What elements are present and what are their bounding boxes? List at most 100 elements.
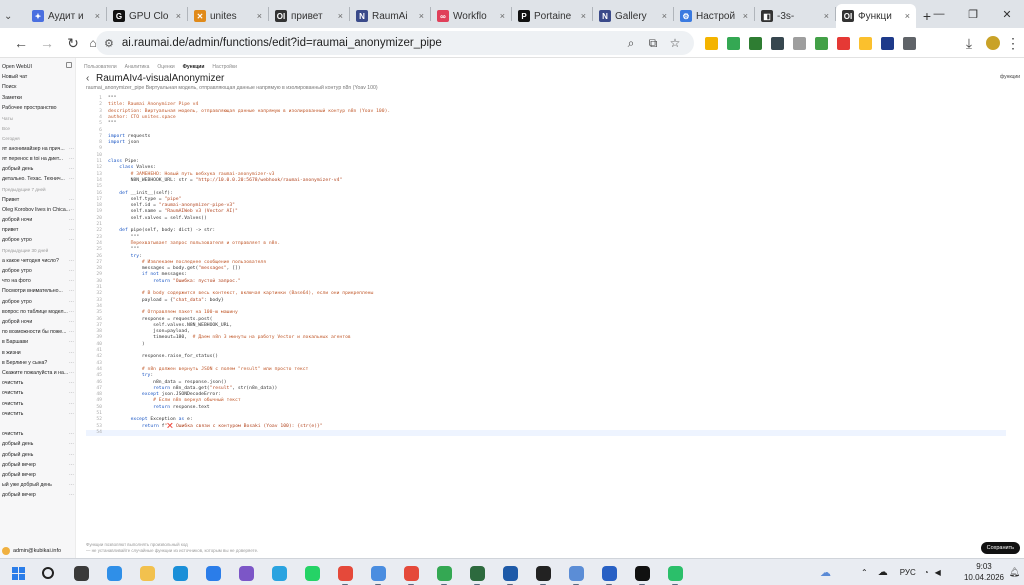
tab-close-icon[interactable]: × [824, 11, 829, 21]
language-indicator[interactable]: РУС [900, 568, 916, 577]
maximize-button[interactable]: ❐ [956, 0, 990, 28]
browser-tab[interactable]: G GPU Clo × [107, 4, 187, 28]
more-options-icon[interactable]: ⋯ [69, 401, 74, 407]
tab-close-icon[interactable]: × [743, 11, 748, 21]
sidebar-item[interactable]: доброе утро ⋯ [0, 235, 75, 245]
code-line[interactable]: 54 [86, 429, 1006, 437]
ext-camera-icon[interactable] [788, 31, 810, 55]
admin-tab[interactable]: Пользователи [84, 64, 117, 70]
sidebar-item[interactable]: доброй ночи ⋯ [0, 215, 75, 225]
tab-close-icon[interactable]: × [581, 11, 586, 21]
sidebar-item[interactable]: Скажите пожалуйста и на... ⋯ [0, 368, 75, 378]
sidebar-item[interactable]: Заметки [0, 93, 75, 103]
ext-green-icon[interactable] [810, 31, 832, 55]
back-arrow-icon[interactable]: ‹ [86, 73, 89, 84]
browser-tab[interactable]: N RaumAi × [350, 4, 430, 28]
back-button[interactable]: ← [8, 30, 34, 56]
more-options-icon[interactable]: ⋯ [69, 207, 74, 213]
save-button[interactable]: Сохранить [980, 542, 1020, 554]
notification-bell-icon[interactable]: 🔔︎ [1009, 567, 1020, 578]
sidebar-item[interactable]: доброе утро ⋯ [0, 266, 75, 276]
more-options-icon[interactable]: ⋯ [69, 431, 74, 437]
browser-tab[interactable]: P Portaine × [512, 4, 592, 28]
menu-icon[interactable]: ⋮ [1000, 30, 1024, 56]
search-icon[interactable] [38, 563, 58, 583]
sidebar-item[interactable]: привет ⋯ [0, 225, 75, 235]
wifi-icon[interactable]: ◔ [924, 568, 929, 577]
sidebar-toggle-icon[interactable] [66, 62, 72, 68]
more-options-icon[interactable]: ⋯ [69, 360, 74, 366]
zoom-icon[interactable]: ⌕ [620, 32, 642, 54]
ext-grid-icon[interactable] [744, 31, 766, 55]
sidebar-item[interactable]: очистить ⋯ [0, 409, 75, 419]
browser-tab[interactable]: ✕ unites × [188, 4, 268, 28]
more-options-icon[interactable]: ⋯ [69, 166, 74, 172]
more-options-icon[interactable]: ⋯ [69, 288, 74, 294]
more-options-icon[interactable]: ⋯ [69, 370, 74, 376]
sidebar-item[interactable]: Oleg Korobov lives in Chica... ⋯ [0, 205, 75, 215]
browser-tab[interactable]: N Gallery × [593, 4, 673, 28]
more-options-icon[interactable]: ⋯ [69, 217, 74, 223]
ext-bolt-icon[interactable] [854, 31, 876, 55]
weather-icon[interactable]: ☁ [820, 566, 831, 579]
more-options-icon[interactable]: ⋯ [69, 299, 74, 305]
sidebar-item[interactable]: очистить ⋯ [0, 388, 75, 398]
telegram-icon[interactable] [269, 563, 289, 583]
sidebar-item[interactable]: Поиск [0, 82, 75, 92]
onedrive-icon[interactable]: ☁ [878, 567, 888, 578]
sidebar-item[interactable]: добрый день ⋯ [0, 439, 75, 449]
sidebar-item[interactable]: вопрос по таблице модел... ⋯ [0, 307, 75, 317]
photo-icon[interactable] [599, 563, 619, 585]
install-app-icon[interactable]: ⧉ [642, 32, 664, 54]
user-menu[interactable]: admin@kubikai.info [0, 544, 75, 558]
browser-tab[interactable]: ✦ Аудит и × [26, 4, 106, 28]
more-options-icon[interactable]: ⋯ [69, 146, 74, 152]
file-explorer-icon[interactable] [137, 563, 157, 583]
whatsapp-icon[interactable] [302, 563, 322, 583]
ext-pen-icon[interactable] [876, 31, 898, 55]
function-title[interactable]: RaumAIv4-visualAnonymizer [96, 73, 224, 84]
admin-tab[interactable]: Оценки [157, 64, 174, 70]
sidebar-item[interactable]: ят анонимайзер на прич... ⋯ [0, 144, 75, 154]
more-options-icon[interactable]: ⋯ [69, 237, 74, 243]
close-window-button[interactable]: ✕ [990, 0, 1024, 28]
download-icon[interactable]: ⤓ [956, 30, 982, 56]
more-options-icon[interactable]: ⋯ [69, 329, 74, 335]
more-options-icon[interactable]: ⋯ [69, 176, 74, 182]
browser-tab[interactable]: ∞ Workflo × [431, 4, 511, 28]
sidebar-item[interactable]: добрый вечер ⋯ [0, 490, 75, 500]
code-editor[interactable]: 1 """ 2 title: Raumai Anonymizer Pipe v4 3 de… [86, 96, 1016, 506]
sidebar-item[interactable]: очистить ⋯ [0, 429, 75, 439]
more-options-icon[interactable]: ⋯ [69, 319, 74, 325]
sidebar-item[interactable]: ят перенос в toi на диет... ⋯ [0, 154, 75, 164]
url-text[interactable]: ai.raumai.de/admin/functions/edit?id=rau… [122, 37, 620, 49]
more-options-icon[interactable]: ⋯ [69, 380, 74, 386]
sidebar-item[interactable]: а какое четодня число? ⋯ [0, 256, 75, 266]
sidebar-item[interactable]: доброй ночи ⋯ [0, 317, 75, 327]
sidebar-item[interactable]: добрый день ⋯ [0, 164, 75, 174]
browser-tab[interactable]: ◧ -3s- × [755, 4, 835, 28]
function-description[interactable]: raumai_anonymizer_pipe Виртуальная модел… [86, 85, 378, 91]
more-options-icon[interactable]: ⋯ [69, 197, 74, 203]
more-options-icon[interactable]: ⋯ [69, 227, 74, 233]
sidebar-item[interactable]: по возможности бы поже... ⋯ [0, 327, 75, 337]
sidebar-item[interactable]: в жизни ⋯ [0, 348, 75, 358]
edge-icon[interactable] [170, 563, 190, 583]
tab-close-icon[interactable]: × [419, 11, 424, 21]
browser-tab[interactable]: OI Функци × [836, 4, 916, 28]
sidebar-item[interactable]: Open WebUI [0, 62, 75, 72]
more-options-icon[interactable]: ⋯ [69, 452, 74, 458]
terminal-icon[interactable] [533, 563, 553, 585]
sidebar-item[interactable]: Рабочее пространство [0, 103, 75, 113]
start-button[interactable] [8, 563, 28, 583]
more-options-icon[interactable]: ⋯ [69, 156, 74, 162]
sidebar-item[interactable]: что на фото ⋯ [0, 276, 75, 286]
forward-button[interactable]: → [34, 30, 60, 56]
browser-tab[interactable]: OI привет × [269, 4, 349, 28]
task-view-icon[interactable] [71, 563, 91, 583]
tray-chevron-icon[interactable]: ⌃ [861, 568, 868, 577]
sidebar-item[interactable]: ый уже добрый день ⋯ [0, 480, 75, 490]
more-options-icon[interactable]: ⋯ [69, 482, 74, 488]
tab-close-icon[interactable]: × [500, 11, 505, 21]
widgets-icon[interactable] [104, 563, 124, 583]
